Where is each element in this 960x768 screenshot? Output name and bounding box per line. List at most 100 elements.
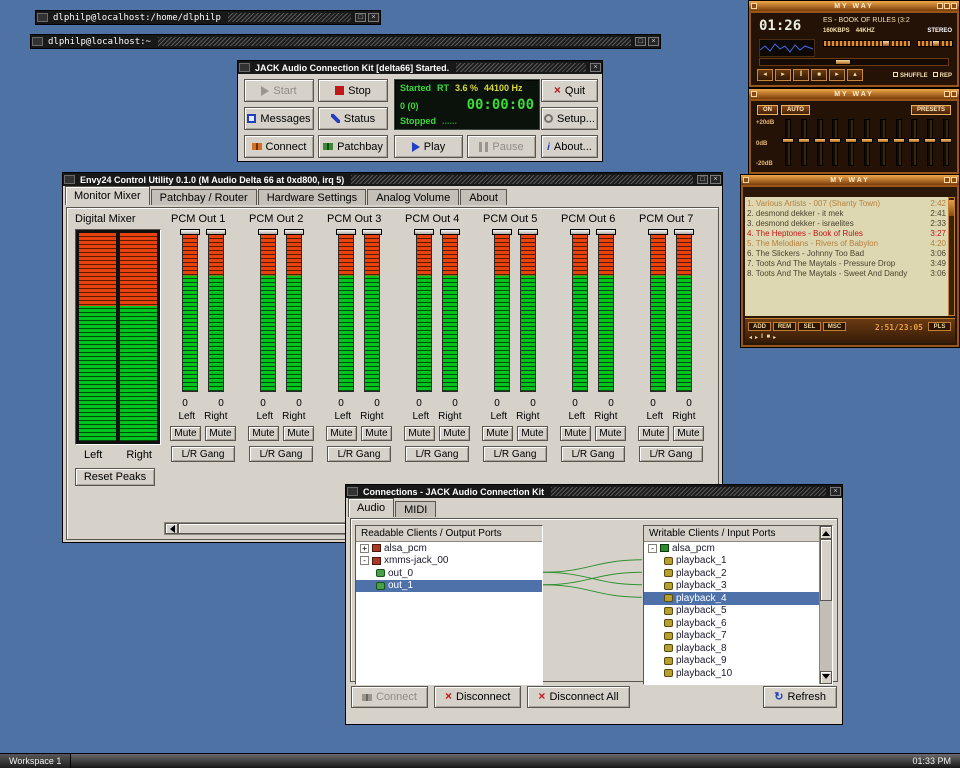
messages-button[interactable]: Messages — [244, 107, 314, 130]
expand-icon[interactable]: + — [360, 544, 369, 553]
stop-button[interactable]: Stop — [318, 79, 388, 102]
xmms-menu-button[interactable] — [751, 3, 757, 9]
workspace-label[interactable]: Workspace 1 — [0, 754, 71, 768]
volume-handle[interactable] — [882, 40, 890, 47]
connect-button[interactable]: Connect — [244, 135, 314, 158]
playlist-add-button[interactable]: ADD — [748, 322, 771, 331]
playlist-track[interactable]: 6. The Slickers - Johnny Too Bad3:06 — [747, 248, 946, 258]
level-fader-left[interactable] — [416, 234, 432, 392]
previous-button[interactable] — [757, 69, 773, 81]
mute-right-button[interactable]: Mute — [517, 426, 548, 441]
playlist-sel-button[interactable]: SEL — [798, 322, 821, 331]
level-fader-right[interactable] — [598, 234, 614, 392]
close-button[interactable] — [830, 487, 841, 496]
playlist-track[interactable]: 2. desmond dekker - it mek2:41 — [747, 208, 946, 218]
fader-handle[interactable] — [648, 229, 668, 235]
mute-left-button[interactable]: Mute — [326, 426, 357, 441]
fader-handle[interactable] — [596, 229, 616, 235]
level-fader-right[interactable] — [520, 234, 536, 392]
quit-button[interactable]: Quit — [541, 79, 598, 102]
about-button[interactable]: About... — [541, 135, 598, 158]
level-fader-right[interactable] — [364, 234, 380, 392]
collapse-icon[interactable]: - — [648, 544, 657, 553]
shade-button[interactable] — [635, 37, 646, 46]
level-fader-left[interactable] — [338, 234, 354, 392]
fader-handle[interactable] — [674, 229, 694, 235]
level-fader-left[interactable] — [650, 234, 666, 392]
close-button[interactable] — [590, 63, 601, 72]
playlist-track[interactable]: 7. Toots And The Maytals - Pressure Drop… — [747, 258, 946, 268]
level-fader-left[interactable] — [182, 234, 198, 392]
tree-item-playback_8[interactable]: playback_8 — [644, 642, 819, 655]
tab-analog-volume[interactable]: Analog Volume — [367, 189, 459, 205]
close-button[interactable] — [710, 175, 721, 184]
fader-handle[interactable] — [362, 229, 382, 235]
lr-gang-button[interactable]: L/R Gang — [405, 446, 469, 462]
shade-button[interactable] — [355, 13, 366, 22]
tree-item-playback_7[interactable]: playback_7 — [644, 630, 819, 643]
level-fader-right[interactable] — [208, 234, 224, 392]
xmms-titlebar[interactable]: MY WAY — [749, 1, 959, 11]
disconnect-button[interactable]: Disconnect — [434, 686, 521, 708]
scroll-left-button[interactable] — [165, 523, 178, 534]
play-button[interactable]: Play — [394, 135, 463, 158]
tree-item-playback_2[interactable]: playback_2 — [644, 567, 819, 580]
close-button[interactable] — [368, 13, 379, 22]
repeat-toggle[interactable]: REP — [933, 72, 952, 79]
tab-midi[interactable]: MIDI — [395, 501, 436, 517]
mute-left-button[interactable]: Mute — [170, 426, 201, 441]
lr-gang-button[interactable]: L/R Gang — [327, 446, 391, 462]
mute-right-button[interactable]: Mute — [673, 426, 704, 441]
eq-band-handle[interactable] — [782, 138, 794, 143]
window-menu-icon[interactable] — [239, 63, 250, 72]
eq-band-handle[interactable] — [908, 138, 920, 143]
refresh-button[interactable]: Refresh — [763, 686, 837, 708]
mini-stop-button[interactable] — [767, 334, 771, 341]
balance-handle[interactable] — [932, 40, 940, 47]
volume-slider[interactable] — [823, 40, 911, 47]
terminal-1-titlebar[interactable]: dlphilp@localhost:/home/dlphilp — [36, 11, 380, 24]
patchbay-button[interactable]: Patchbay — [318, 135, 388, 158]
playlist-pls-button[interactable]: PLS — [928, 322, 951, 331]
window-menu-icon[interactable] — [37, 13, 48, 22]
tree-item-xmms-jack_00[interactable]: -xmms-jack_00 — [356, 555, 542, 568]
level-fader-right[interactable] — [676, 234, 692, 392]
playlist-scrollbar[interactable] — [948, 197, 955, 316]
shade-button[interactable] — [944, 91, 950, 97]
pause-button[interactable] — [793, 69, 809, 81]
stop-button[interactable] — [811, 69, 827, 81]
mute-left-button[interactable]: Mute — [482, 426, 513, 441]
playlist-menu-button[interactable] — [743, 177, 749, 183]
fader-handle[interactable] — [414, 229, 434, 235]
eq-band-handle[interactable] — [845, 138, 857, 143]
playlist-scroll-thumb[interactable] — [949, 200, 954, 216]
level-fader-left[interactable] — [572, 234, 588, 392]
eq-band-slider[interactable] — [943, 119, 949, 166]
tree-item-playback_4[interactable]: playback_4 — [644, 592, 819, 605]
scrollbar-thumb[interactable] — [820, 539, 832, 601]
fader-handle[interactable] — [206, 229, 226, 235]
tree-item-out_1[interactable]: out_1 — [356, 580, 542, 593]
mute-left-button[interactable]: Mute — [404, 426, 435, 441]
collapse-icon[interactable]: - — [360, 556, 369, 565]
playlist-track[interactable]: 8. Toots And The Maytals - Sweet And Dan… — [747, 268, 946, 278]
close-button[interactable] — [951, 91, 957, 97]
eq-band-slider[interactable] — [832, 119, 838, 166]
mute-right-button[interactable]: Mute — [361, 426, 392, 441]
mute-left-button[interactable]: Mute — [248, 426, 279, 441]
setup-button[interactable]: Setup... — [541, 107, 598, 130]
tree-item-alsa_pcm[interactable]: -alsa_pcm — [644, 542, 819, 555]
connect-button[interactable]: Connect — [351, 686, 428, 708]
tab-hardware-settings[interactable]: Hardware Settings — [258, 189, 367, 205]
playlist-track[interactable]: 4. The Heptones - Book of Rules3:27 — [747, 228, 946, 238]
playlist-rem-button[interactable]: REM — [773, 322, 796, 331]
fader-handle[interactable] — [180, 229, 200, 235]
tree-item-alsa_pcm[interactable]: +alsa_pcm — [356, 542, 542, 555]
mute-right-button[interactable]: Mute — [439, 426, 470, 441]
playback-time[interactable]: 01:26 — [759, 18, 801, 34]
window-menu-icon[interactable] — [64, 175, 75, 184]
eq-band-handle[interactable] — [877, 138, 889, 143]
playlist-titlebar[interactable]: MY WAY — [741, 175, 959, 185]
status-button[interactable]: Status — [318, 107, 388, 130]
fader-handle[interactable] — [258, 229, 278, 235]
